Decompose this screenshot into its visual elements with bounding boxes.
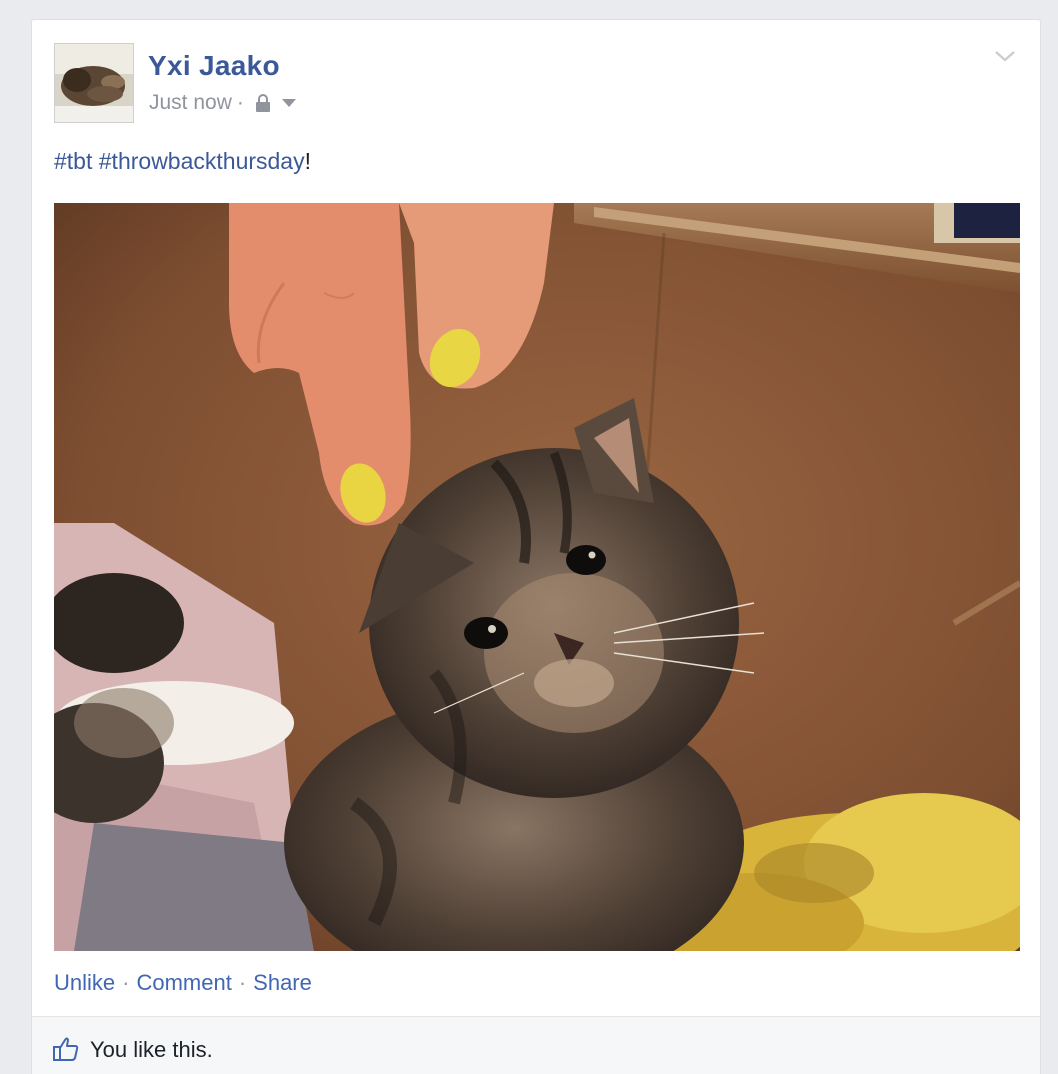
avatar[interactable]: [54, 43, 134, 123]
likes-text[interactable]: You like this.: [90, 1037, 213, 1063]
thumbs-up-icon: [52, 1035, 80, 1063]
post-text: #tbt #throwbackthursday!: [54, 148, 311, 175]
share-button[interactable]: Share: [253, 970, 312, 995]
timestamp[interactable]: Just now: [149, 91, 232, 115]
lock-icon: [252, 92, 274, 114]
hashtag-tbt[interactable]: #tbt: [54, 148, 92, 174]
kitten-photo: [54, 203, 1020, 951]
post-meta: Just now ·: [149, 91, 298, 115]
likes-summary: You like this.: [32, 1016, 1040, 1074]
author-name[interactable]: Yxi Jaako: [148, 50, 280, 82]
action-separator: ·: [238, 970, 247, 995]
post-photo[interactable]: [54, 203, 1020, 951]
post-card: Yxi Jaako Just now · #tbt #throwbackthur…: [31, 19, 1041, 1074]
action-separator: ·: [122, 970, 130, 995]
comment-button[interactable]: Comment: [136, 970, 231, 995]
post-actions: Unlike · Comment · Share: [54, 970, 312, 996]
meta-separator: ·: [236, 91, 244, 114]
chevron-down-icon[interactable]: [992, 46, 1018, 66]
triangle-down-icon[interactable]: [280, 96, 298, 110]
unlike-button[interactable]: Unlike: [54, 970, 115, 995]
hashtag-throwbackthursday[interactable]: #throwbackthursday: [99, 148, 305, 174]
post-text-exclamation: !: [304, 148, 311, 174]
avatar-photo: [55, 44, 133, 122]
